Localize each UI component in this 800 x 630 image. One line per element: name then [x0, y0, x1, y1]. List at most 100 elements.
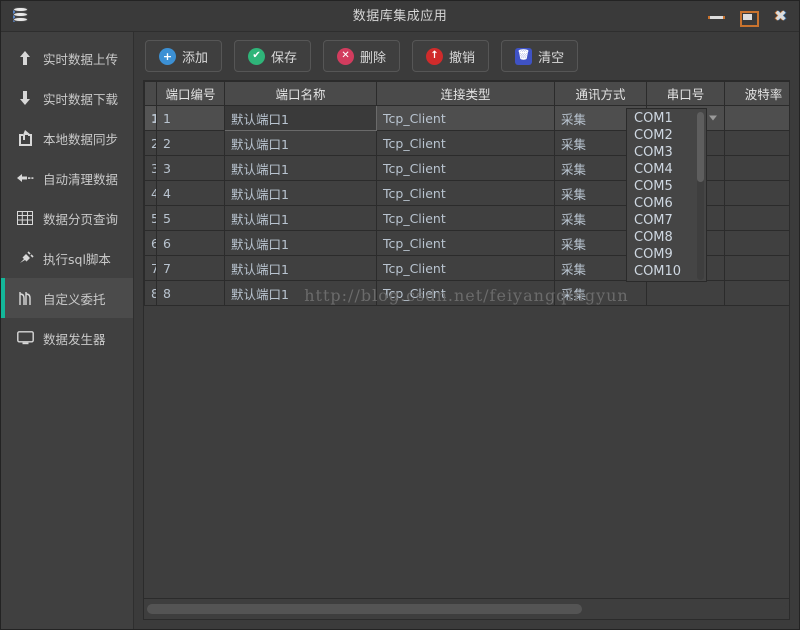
window-body: 实时数据上传 实时数据下载 本地数据同步 自动清理数据 数据分页查询 执行sql…: [1, 32, 799, 629]
cell-baud-rate[interactable]: [724, 130, 789, 156]
cell-conn-type[interactable]: Tcp_Client: [376, 230, 555, 256]
dropdown-option[interactable]: COM4: [627, 161, 706, 178]
col-header-com-port[interactable]: 串口号: [646, 81, 725, 106]
sidebar-item-label: 数据分页查询: [43, 211, 119, 227]
cell-baud-rate[interactable]: [724, 255, 789, 281]
cell-port-id[interactable]: 8: [156, 280, 225, 306]
horizontal-scrollbar[interactable]: [143, 599, 790, 620]
hscroll-thumb[interactable]: [147, 604, 582, 614]
sidebar-item-auto-clean[interactable]: 自动清理数据: [1, 158, 133, 198]
dropdown-option[interactable]: COM5: [627, 178, 706, 195]
dropdown-option[interactable]: COM10: [627, 263, 706, 280]
sidebar-item-local-sync[interactable]: 本地数据同步: [1, 118, 133, 158]
row-number[interactable]: 5: [144, 205, 157, 231]
clear-button[interactable]: 🗑 清空: [501, 40, 579, 72]
plus-circle-icon: +: [159, 47, 176, 65]
dropdown-option[interactable]: COM1: [627, 110, 706, 127]
cell-port-id[interactable]: 7: [156, 255, 225, 281]
cell-baud-rate[interactable]: [724, 180, 789, 206]
save-button[interactable]: ✔ 保存: [234, 40, 312, 72]
cell-port-name[interactable]: 默认端口1: [224, 130, 377, 156]
sidebar-item-custom-delegate[interactable]: 自定义委托: [1, 278, 133, 318]
broom-icon: [15, 168, 35, 188]
minimize-icon[interactable]: [706, 8, 725, 25]
hscroll-track[interactable]: [147, 604, 786, 614]
sidebar-item-paged-query[interactable]: 数据分页查询: [1, 198, 133, 238]
sidebar-item-run-sql[interactable]: 执行sql脚本: [1, 238, 133, 278]
cell-baud-rate[interactable]: [724, 280, 789, 306]
cell-port-name[interactable]: 默认端口1: [224, 230, 377, 256]
add-button[interactable]: + 添加: [145, 40, 223, 72]
cell-baud-rate[interactable]: [724, 155, 789, 181]
delegate-icon: [15, 288, 35, 308]
col-header-port-id[interactable]: 端口编号: [156, 81, 225, 106]
delete-button[interactable]: ✕ 删除: [323, 40, 401, 72]
save-button-label: 保存: [271, 50, 298, 66]
sidebar-item-realtime-download[interactable]: 实时数据下载: [1, 78, 133, 118]
dropdown-option[interactable]: COM7: [627, 212, 706, 229]
cell-comm-mode[interactable]: 采集: [554, 280, 647, 306]
cell-conn-type[interactable]: Tcp_Client: [376, 255, 555, 281]
cell-conn-type[interactable]: Tcp_Client: [376, 105, 555, 131]
cell-baud-rate[interactable]: [724, 105, 789, 131]
sidebar-item-label: 执行sql脚本: [43, 251, 111, 267]
cell-port-name[interactable]: 默认端口1: [224, 155, 377, 181]
maximize-icon[interactable]: [739, 8, 759, 27]
cell-port-name[interactable]: 默认端口1: [224, 205, 377, 231]
com-port-dropdown[interactable]: COM1 COM2 COM3 COM4 COM5 COM6 COM7 COM8 COM9 COM1…: [626, 108, 707, 282]
cell-port-name[interactable]: 默认端口1: [224, 105, 377, 131]
row-number[interactable]: 1: [144, 105, 157, 131]
cell-conn-type[interactable]: Tcp_Client: [376, 130, 555, 156]
delete-button-label: 删除: [360, 50, 387, 66]
col-header-baud[interactable]: 波特率: [724, 81, 789, 106]
row-number[interactable]: 7: [144, 255, 157, 281]
cell-port-id[interactable]: 4: [156, 180, 225, 206]
row-number[interactable]: 2: [144, 130, 157, 156]
row-number[interactable]: 3: [144, 155, 157, 181]
cell-conn-type[interactable]: Tcp_Client: [376, 180, 555, 206]
share-export-icon: [15, 128, 35, 148]
cell-port-id[interactable]: 6: [156, 230, 225, 256]
col-header-conn-type[interactable]: 连接类型: [376, 81, 555, 106]
col-header-port-name[interactable]: 端口名称: [224, 81, 377, 106]
cell-baud-rate[interactable]: [724, 205, 789, 231]
row-number[interactable]: 6: [144, 230, 157, 256]
sidebar-item-label: 实时数据上传: [43, 51, 119, 67]
sidebar-item-realtime-upload[interactable]: 实时数据上传: [1, 38, 133, 78]
check-circle-icon: ✔: [248, 47, 266, 65]
dropdown-option[interactable]: COM2: [627, 127, 706, 144]
table-row[interactable]: 88默认端口1Tcp_Client采集: [144, 280, 789, 306]
cell-port-id[interactable]: 1: [156, 105, 225, 131]
chevron-down-icon[interactable]: [709, 115, 717, 121]
dropdown-option[interactable]: COM8: [627, 229, 706, 246]
sidebar-item-label: 实时数据下载: [43, 91, 119, 107]
row-number[interactable]: 4: [144, 180, 157, 206]
cell-port-name[interactable]: 默认端口1: [224, 255, 377, 281]
sidebar-item-data-generator[interactable]: 数据发生器: [1, 318, 133, 358]
dropdown-option[interactable]: COM3: [627, 144, 706, 161]
application-window: 数据库集成应用 ✖ 实时数据上传 实时数据下载 本地数据同步 自动清理数据 数据…: [0, 0, 800, 630]
cell-port-name[interactable]: 默认端口1: [224, 280, 377, 306]
cell-baud-rate[interactable]: [724, 230, 789, 256]
cell-conn-type[interactable]: Tcp_Client: [376, 155, 555, 181]
cell-conn-type[interactable]: Tcp_Client: [376, 205, 555, 231]
cell-port-id[interactable]: 3: [156, 155, 225, 181]
cell-port-id[interactable]: 2: [156, 130, 225, 156]
dropdown-option[interactable]: COM6: [627, 195, 706, 212]
footer-spacer: [134, 620, 799, 629]
close-icon[interactable]: ✖: [772, 7, 789, 25]
plug-icon: [15, 248, 35, 268]
title-bar: 数据库集成应用 ✖: [1, 1, 799, 32]
sidebar-item-label: 数据发生器: [43, 331, 106, 347]
cell-conn-type[interactable]: Tcp_Client: [376, 280, 555, 306]
col-header-comm-mode[interactable]: 通讯方式: [554, 81, 647, 106]
cell-port-name[interactable]: 默认端口1: [224, 180, 377, 206]
dropdown-scrollbar-track[interactable]: [697, 112, 704, 280]
sidebar-item-label: 本地数据同步: [43, 131, 119, 147]
dropdown-option[interactable]: COM9: [627, 246, 706, 263]
cell-com-port[interactable]: [646, 280, 725, 306]
cell-port-id[interactable]: 5: [156, 205, 225, 231]
row-number[interactable]: 8: [144, 280, 157, 306]
undo-button[interactable]: ↑ 撤销: [412, 40, 490, 72]
dropdown-scrollbar-thumb[interactable]: [697, 112, 704, 182]
